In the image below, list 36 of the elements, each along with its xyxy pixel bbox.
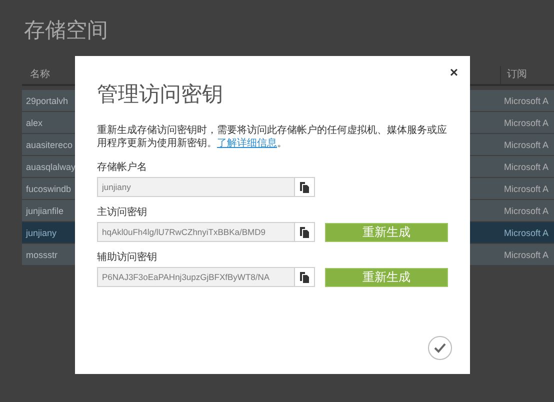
- regenerate-button[interactable]: 重新生成: [325, 222, 448, 242]
- copy-icon: [300, 226, 309, 238]
- page-title: 存储空间: [24, 17, 109, 44]
- table-cell-text: auasitereco: [25, 140, 73, 150]
- regenerate-button[interactable]: 重新生成: [325, 268, 448, 286]
- table-cell-text: Microsoft A: [503, 96, 549, 106]
- table-cell-text: auasqlalway: [25, 162, 76, 172]
- table-cell-text: fucoswindb: [25, 184, 72, 194]
- table-cell-text: alex: [25, 118, 43, 128]
- learn-more-link[interactable]: 了解详细信息: [217, 138, 277, 149]
- field-label: 辅助访问密钥: [97, 250, 158, 264]
- intro-text: 重新生成存储访问密钥时，需要将访问此存储帐户的任何虚拟机、媒体服务或应用程序更新为使用新密钥。了解详细信息。: [97, 124, 447, 150]
- table-cell-text: Microsoft A: [503, 184, 549, 194]
- table-cell-text: junjiany: [24, 228, 57, 238]
- table-cell-text: mossstr: [25, 250, 58, 260]
- copy-icon: [300, 272, 309, 282]
- close-button[interactable]: ×: [448, 64, 460, 80]
- key-field[interactable]: P6NAJ3F3oEaPAHnj3upzGjBFXfByWT8/NA: [97, 267, 315, 287]
- table-cell-text: Microsoft A: [503, 206, 549, 216]
- table-cell-text: 29portalvh: [25, 96, 68, 106]
- dialog-title: 管理访问密钥: [97, 81, 224, 108]
- column-header[interactable]: 名称: [22, 66, 50, 84]
- table-cell-text: Microsoft A: [503, 140, 549, 150]
- table-cell-text: Microsoft A: [503, 162, 549, 172]
- key-field[interactable]: junjiany: [97, 177, 315, 197]
- key-field[interactable]: hqAkl0uFh4lg/lU7RwCZhnyiTxBBKa/BMD9: [97, 222, 315, 242]
- table-cell-text: Microsoft A: [503, 118, 549, 128]
- table-cell-text: junjianfile: [24, 206, 64, 216]
- field-label: 存储帐户名: [97, 160, 148, 174]
- checkmark-icon: [434, 343, 446, 353]
- confirm-button[interactable]: [428, 336, 452, 360]
- table-cell-text: Microsoft A: [503, 250, 549, 260]
- field-label: 主访问密钥: [97, 206, 148, 219]
- table-cell-text: Microsoft A: [503, 228, 549, 238]
- copy-icon: [300, 182, 309, 192]
- column-header[interactable]: 订阅: [500, 66, 527, 84]
